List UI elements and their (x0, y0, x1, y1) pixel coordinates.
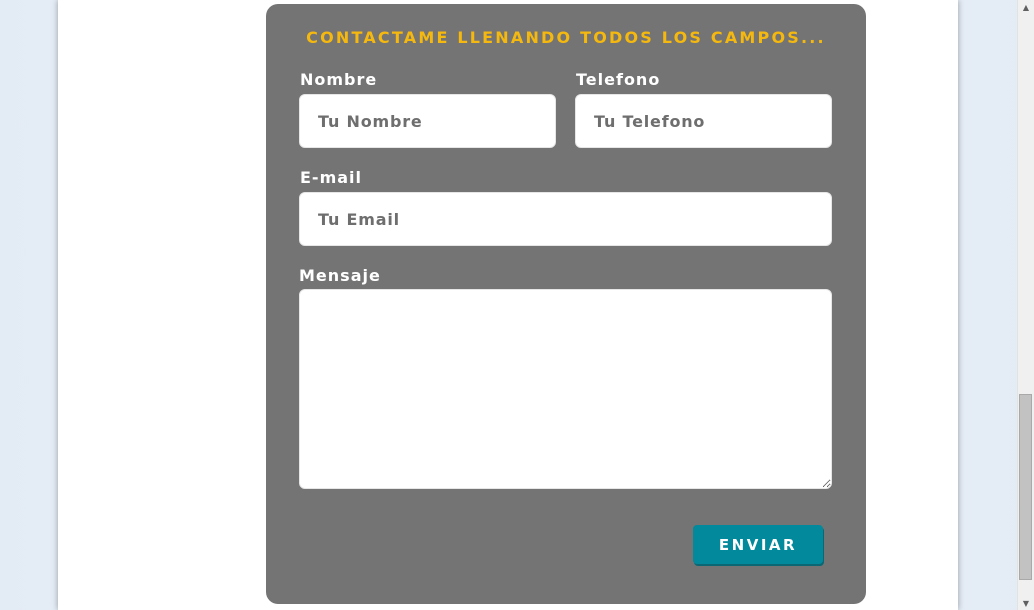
phone-input[interactable] (575, 94, 832, 148)
email-label: E-mail (300, 168, 363, 187)
contact-form: CONTACTAME LLENANDO TODOS LOS CAMPOS... … (266, 4, 866, 604)
form-title: CONTACTAME LLENANDO TODOS LOS CAMPOS... (306, 28, 826, 47)
submit-button[interactable]: ENVIAR (693, 525, 823, 564)
scrollbar-thumb[interactable] (1019, 394, 1032, 580)
phone-label: Telefono (576, 70, 661, 89)
scroll-up-arrow-icon[interactable]: ▲ (1018, 0, 1034, 14)
message-textarea[interactable] (299, 289, 832, 489)
scroll-down-arrow-icon[interactable]: ▼ (1018, 596, 1034, 610)
vertical-scrollbar[interactable]: ▲ ▼ (1017, 0, 1034, 610)
name-label: Nombre (300, 70, 378, 89)
message-label: Mensaje (299, 266, 381, 285)
page-container: CONTACTAME LLENANDO TODOS LOS CAMPOS... … (58, 0, 958, 610)
name-input[interactable] (299, 94, 556, 148)
email-input[interactable] (299, 192, 832, 246)
